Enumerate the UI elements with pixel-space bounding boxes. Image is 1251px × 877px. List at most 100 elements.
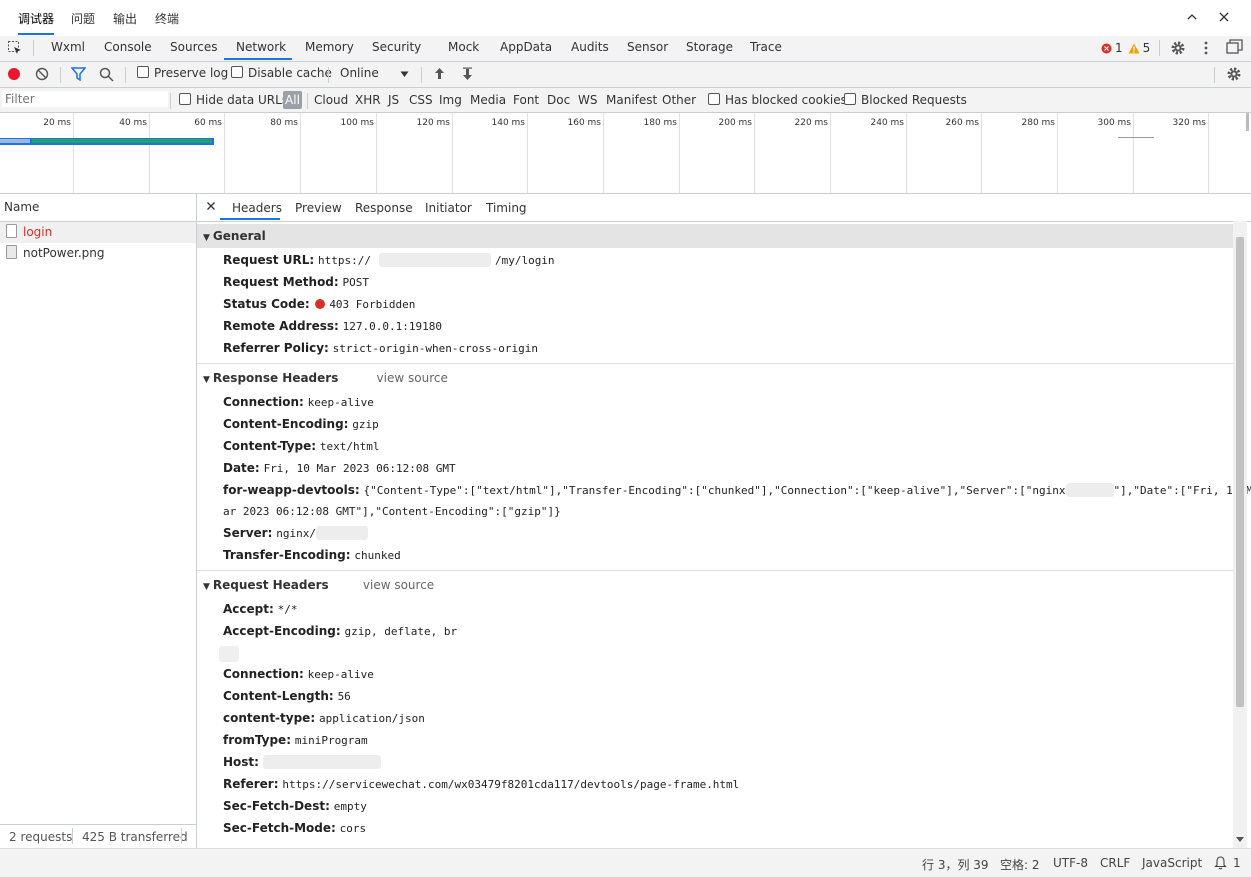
hide-data-urls-checkbox[interactable]: Hide data URLs <box>179 93 288 107</box>
top-tab-terminal[interactable]: 终端 <box>155 10 179 27</box>
undock-window-icon[interactable] <box>1226 39 1243 55</box>
tab-wxml[interactable]: Wxml <box>51 40 85 54</box>
filter-type-ws[interactable]: WS <box>578 93 597 107</box>
timeline-overview[interactable]: 20 ms 40 ms 60 ms 80 ms 100 ms 120 ms 14… <box>0 113 1251 194</box>
close-icon[interactable] <box>1217 10 1231 24</box>
indentation-setting[interactable]: 空格: 2 <box>1000 856 1040 873</box>
scroll-down-arrow-icon[interactable] <box>1236 837 1244 843</box>
file-encoding[interactable]: UTF-8 <box>1053 856 1088 870</box>
tab-preview[interactable]: Preview <box>295 201 342 215</box>
tick-label: 80 ms <box>270 118 298 128</box>
notifications-bell-icon[interactable] <box>1214 856 1227 870</box>
filter-type-js[interactable]: JS <box>388 93 399 107</box>
blocked-requests-checkbox[interactable]: Blocked Requests <box>844 93 967 107</box>
filter-type-css[interactable]: CSS <box>409 93 433 107</box>
clear-icon[interactable] <box>35 67 49 81</box>
search-icon[interactable] <box>99 67 114 82</box>
tab-appdata[interactable]: AppData <box>500 40 552 54</box>
filter-type-img[interactable]: Img <box>439 93 462 107</box>
throttling-select[interactable]: Online <box>340 66 379 80</box>
export-har-icon[interactable] <box>461 67 474 81</box>
tab-console[interactable]: Console <box>104 40 152 54</box>
response-headers-section-header[interactable]: ▼ Response Headers view source <box>197 366 1233 390</box>
request-sec-fetch-mode-row: Sec-Fetch-Mode: cors <box>223 821 366 835</box>
inspect-element-icon[interactable] <box>7 40 23 56</box>
tab-audits[interactable]: Audits <box>571 40 609 54</box>
tab-headers[interactable]: Headers <box>232 201 282 215</box>
tick-label: 300 ms <box>1097 118 1132 128</box>
cursor-position[interactable]: 行 3，列 39 <box>922 856 989 873</box>
redacted-row <box>219 646 239 662</box>
filter-type-doc[interactable]: Doc <box>547 93 570 107</box>
request-headers-section-header[interactable]: ▼ Request Headers view source <box>197 573 1233 597</box>
response-content-encoding-row: Content-Encoding: gzip <box>223 417 379 431</box>
detail-scrollbar[interactable] <box>1233 221 1247 848</box>
header-key: Status Code: <box>223 297 310 311</box>
filter-type-manifest[interactable]: Manifest <box>606 93 657 107</box>
request-accept-row: Accept: */* <box>223 602 297 616</box>
filter-type-other[interactable]: Other <box>662 93 696 107</box>
referrer-policy-row: Referrer Policy: strict-origin-when-cros… <box>223 341 538 355</box>
header-value: application/json <box>318 712 425 725</box>
error-count-badge[interactable]: 1 5 <box>1101 41 1150 55</box>
response-server-row: Server: nginx/ <box>223 526 368 540</box>
request-host-row: Host: <box>223 755 381 769</box>
scrollbar-thumb[interactable] <box>1236 237 1244 707</box>
view-source-link[interactable]: view source <box>377 371 448 385</box>
header-key: Request Method: <box>223 275 339 289</box>
name-column-header[interactable]: Name <box>0 194 196 222</box>
view-source-link[interactable]: view source <box>363 578 434 592</box>
header-value: https://servicewechat.com/wx03479f8201cd… <box>282 778 740 791</box>
tick-label: 180 ms <box>643 118 678 128</box>
top-tab-problems[interactable]: 问题 <box>71 10 95 27</box>
tick-label: 280 ms <box>1021 118 1056 128</box>
network-settings-gear-icon[interactable] <box>1226 66 1242 82</box>
import-har-icon[interactable] <box>433 67 446 81</box>
expand-triangle-icon: ▼ <box>203 582 210 592</box>
tab-network[interactable]: Network <box>236 40 286 54</box>
header-value: miniProgram <box>294 734 368 747</box>
chevron-up-icon[interactable] <box>1185 10 1199 24</box>
has-blocked-cookies-checkbox[interactable]: Has blocked cookies <box>708 93 847 107</box>
tab-storage[interactable]: Storage <box>686 40 733 54</box>
top-tab-debugger[interactable]: 调试器 <box>18 10 55 35</box>
filter-type-xhr[interactable]: XHR <box>355 93 381 107</box>
tab-sensor[interactable]: Sensor <box>627 40 668 54</box>
filter-funnel-icon[interactable] <box>71 67 86 81</box>
tab-initiator[interactable]: Initiator <box>425 201 472 215</box>
preserve-log-checkbox[interactable]: Preserve log <box>137 66 228 80</box>
header-key: Request URL: <box>223 253 315 267</box>
disable-cache-checkbox[interactable]: Disable cache <box>231 66 332 80</box>
filter-type-all[interactable]: All <box>283 91 302 109</box>
filter-type-cloud[interactable]: Cloud <box>314 93 348 107</box>
line-ending[interactable]: CRLF <box>1100 856 1130 870</box>
header-key: Date: <box>223 461 260 475</box>
settings-gear-icon[interactable] <box>1170 40 1186 56</box>
header-key: Sec-Fetch-Dest: <box>223 799 330 813</box>
filter-type-font[interactable]: Font <box>513 93 539 107</box>
header-value: strict-origin-when-cross-origin <box>332 342 538 355</box>
disable-cache-label: Disable cache <box>248 66 332 80</box>
more-options-icon[interactable] <box>1203 40 1209 56</box>
tab-mock[interactable]: Mock <box>448 40 479 54</box>
request-row-login[interactable]: login <box>0 222 196 243</box>
request-row-notpower[interactable]: notPower.png <box>0 243 196 264</box>
expand-triangle-icon: ▼ <box>203 375 210 385</box>
language-mode[interactable]: JavaScript <box>1142 856 1202 870</box>
general-section-header[interactable]: ▼ General <box>197 224 1233 248</box>
close-detail-icon[interactable] <box>206 201 216 211</box>
filter-type-media[interactable]: Media <box>470 93 506 107</box>
tab-timing[interactable]: Timing <box>486 201 527 215</box>
tab-memory[interactable]: Memory <box>305 40 354 54</box>
tab-security[interactable]: Security <box>372 40 421 54</box>
filter-input[interactable] <box>2 91 168 107</box>
record-icon[interactable] <box>7 67 21 81</box>
timeline-scroll-handle[interactable] <box>1246 113 1249 131</box>
tab-trace[interactable]: Trace <box>750 40 782 54</box>
top-tab-output[interactable]: 输出 <box>113 10 137 27</box>
tab-response[interactable]: Response <box>355 201 413 215</box>
dropdown-arrow-icon[interactable] <box>400 71 409 78</box>
header-key: Content-Length: <box>223 689 334 703</box>
tab-sources[interactable]: Sources <box>170 40 217 54</box>
tick-label: 220 ms <box>794 118 829 128</box>
